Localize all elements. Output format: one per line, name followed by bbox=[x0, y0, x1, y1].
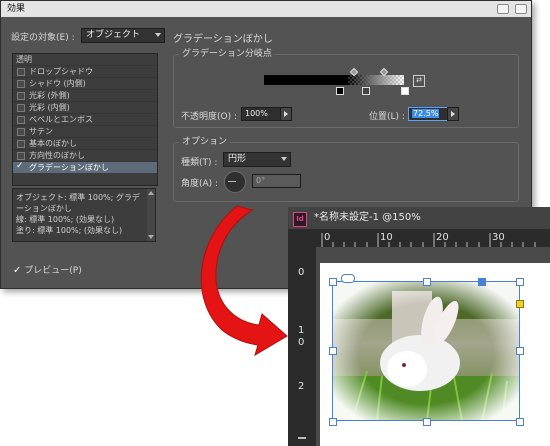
effect-item[interactable]: サテン bbox=[13, 125, 157, 137]
resize-handle[interactable] bbox=[423, 418, 431, 426]
resize-handle[interactable] bbox=[516, 418, 524, 426]
v-ruler-label: 1 0 bbox=[298, 325, 305, 348]
effects-summary: オブジェクト: 標準 100%; グラデーションぼかし 線: 標準 100%; … bbox=[12, 188, 156, 242]
angle-label: 角度(A) : bbox=[181, 179, 219, 189]
effect-label: 光彩 (内側) bbox=[29, 103, 70, 112]
effect-label: ベベルとエンボス bbox=[29, 115, 93, 124]
gradient-checker bbox=[348, 75, 404, 85]
chevron-down-icon bbox=[281, 157, 287, 161]
effect-checkbox[interactable] bbox=[17, 152, 25, 160]
v-ruler-label: 0 bbox=[298, 267, 305, 278]
resize-handle[interactable] bbox=[329, 278, 337, 286]
close-button[interactable] bbox=[515, 4, 527, 14]
effect-label: ドロップシャドウ bbox=[29, 67, 93, 76]
effects-list: 透明 ドロップシャドウ シャドウ (内側) 光彩 (外側) 光彩 (内側) ベベルとエン… bbox=[12, 53, 158, 186]
target-value: オブジェクト bbox=[86, 30, 141, 40]
scroll-up-icon[interactable] bbox=[148, 191, 154, 195]
effect-checkbox[interactable] bbox=[17, 140, 25, 148]
section-title: グラデーションぼかし bbox=[173, 34, 273, 45]
type-label: 種類(T) : bbox=[181, 158, 218, 168]
gradient-stop-white[interactable] bbox=[401, 87, 409, 95]
effect-item[interactable]: ベベルとエンボス bbox=[13, 113, 157, 125]
horizontal-ruler: 0 10 20 30 bbox=[288, 229, 550, 248]
document-title: *名称未設定-1 @150% bbox=[314, 212, 421, 223]
resize-handle[interactable] bbox=[329, 418, 337, 426]
type-value: 円形 bbox=[228, 154, 247, 164]
gradient-stop-selected[interactable] bbox=[362, 87, 370, 95]
document-tab[interactable]: Id *名称未設定-1 @150% bbox=[288, 207, 550, 229]
effect-checkbox[interactable] bbox=[17, 68, 25, 76]
preview-checkbox[interactable]: ✓ プレビュー(P) bbox=[13, 263, 82, 276]
effect-label: 光彩 (外側) bbox=[29, 91, 70, 100]
opacity-field[interactable]: 100% bbox=[241, 107, 281, 121]
check-icon: ✓ bbox=[13, 265, 22, 276]
indesign-app-icon: Id bbox=[293, 212, 307, 227]
options-group bbox=[173, 142, 519, 202]
h-ruler-label: 20 bbox=[436, 232, 449, 243]
effects-items: ドロップシャドウ シャドウ (内側) 光彩 (外側) 光彩 (内側) ベベルとエンボスサ… bbox=[13, 65, 157, 173]
effect-checkbox[interactable] bbox=[17, 104, 25, 112]
preview-label: プレビュー(P) bbox=[24, 266, 82, 276]
position-field[interactable]: 72.5% bbox=[408, 107, 448, 121]
angle-dial[interactable] bbox=[224, 171, 246, 193]
effect-checkbox[interactable] bbox=[17, 128, 25, 136]
h-ruler-label: 0 bbox=[324, 232, 331, 243]
effect-item[interactable]: 光彩 (内側) bbox=[13, 101, 157, 113]
check-icon: ✓ bbox=[16, 161, 24, 171]
effect-label: シャドウ (内側) bbox=[29, 79, 86, 88]
position-label: 位置(L) : bbox=[369, 112, 405, 122]
type-dropdown[interactable]: 円形 bbox=[223, 152, 291, 167]
resize-handle-active[interactable] bbox=[478, 278, 486, 286]
v-ruler-label: 2 bbox=[298, 381, 305, 392]
gradient-stops-title: グラデーション分岐点 bbox=[179, 49, 275, 59]
window-controls bbox=[497, 4, 527, 14]
effect-checkbox[interactable] bbox=[17, 92, 25, 100]
summary-scrollbar[interactable] bbox=[147, 189, 155, 241]
gradient-stop-black[interactable] bbox=[336, 87, 344, 95]
reverse-gradient-icon[interactable]: ⇄ bbox=[413, 75, 425, 87]
effect-item[interactable]: 方向性のぼかし bbox=[13, 149, 157, 161]
effect-label: サテン bbox=[29, 127, 53, 136]
effect-item[interactable]: ドロップシャドウ bbox=[13, 65, 157, 77]
h-ruler-label: 10 bbox=[380, 232, 393, 243]
effect-checkbox[interactable] bbox=[17, 116, 25, 124]
resize-handle[interactable] bbox=[516, 278, 524, 286]
list-header: 透明 bbox=[16, 55, 32, 64]
position-value: 72.5% bbox=[412, 109, 440, 118]
effect-checkbox[interactable] bbox=[17, 80, 25, 88]
corner-options-handle[interactable] bbox=[516, 300, 524, 308]
minimize-button[interactable] bbox=[497, 4, 509, 14]
opacity-label: 不透明度(O) : bbox=[181, 112, 237, 122]
vertical-ruler: 0 1 0 2 bbox=[288, 247, 316, 446]
resize-handle[interactable] bbox=[516, 347, 524, 355]
target-label: 設定の対象(E) : bbox=[11, 33, 75, 43]
position-stepper[interactable] bbox=[447, 107, 459, 121]
selection-frame[interactable] bbox=[332, 281, 520, 421]
v-ruler-tick bbox=[298, 437, 306, 439]
scroll-down-icon[interactable] bbox=[148, 235, 154, 239]
dialog-title: 効果 bbox=[7, 4, 26, 14]
effect-item[interactable]: 光彩 (外側) bbox=[13, 89, 157, 101]
effect-label: 基本のぼかし bbox=[29, 139, 77, 148]
link-icon[interactable] bbox=[341, 274, 355, 283]
target-dropdown[interactable]: オブジェクト bbox=[81, 28, 165, 43]
effect-label: グラデーションぼかし bbox=[29, 163, 109, 172]
h-ruler-label: 30 bbox=[492, 232, 505, 243]
opacity-stepper[interactable] bbox=[280, 107, 292, 121]
summary-text: オブジェクト: 標準 100%; グラデーションぼかし 線: 標準 100%; … bbox=[16, 193, 140, 235]
effect-item[interactable]: シャドウ (内側) bbox=[13, 77, 157, 89]
chevron-down-icon bbox=[155, 33, 161, 37]
dialog-titlebar: 効果 bbox=[1, 1, 531, 17]
effect-item[interactable]: ✓ グラデーションぼかし bbox=[13, 161, 157, 173]
resize-handle[interactable] bbox=[329, 347, 337, 355]
effect-label: 方向性のぼかし bbox=[29, 151, 85, 160]
effect-item[interactable]: 基本のぼかし bbox=[13, 137, 157, 149]
resize-handle[interactable] bbox=[423, 278, 431, 286]
options-title: オプション bbox=[179, 137, 231, 147]
angle-field[interactable]: 0° bbox=[252, 174, 301, 188]
